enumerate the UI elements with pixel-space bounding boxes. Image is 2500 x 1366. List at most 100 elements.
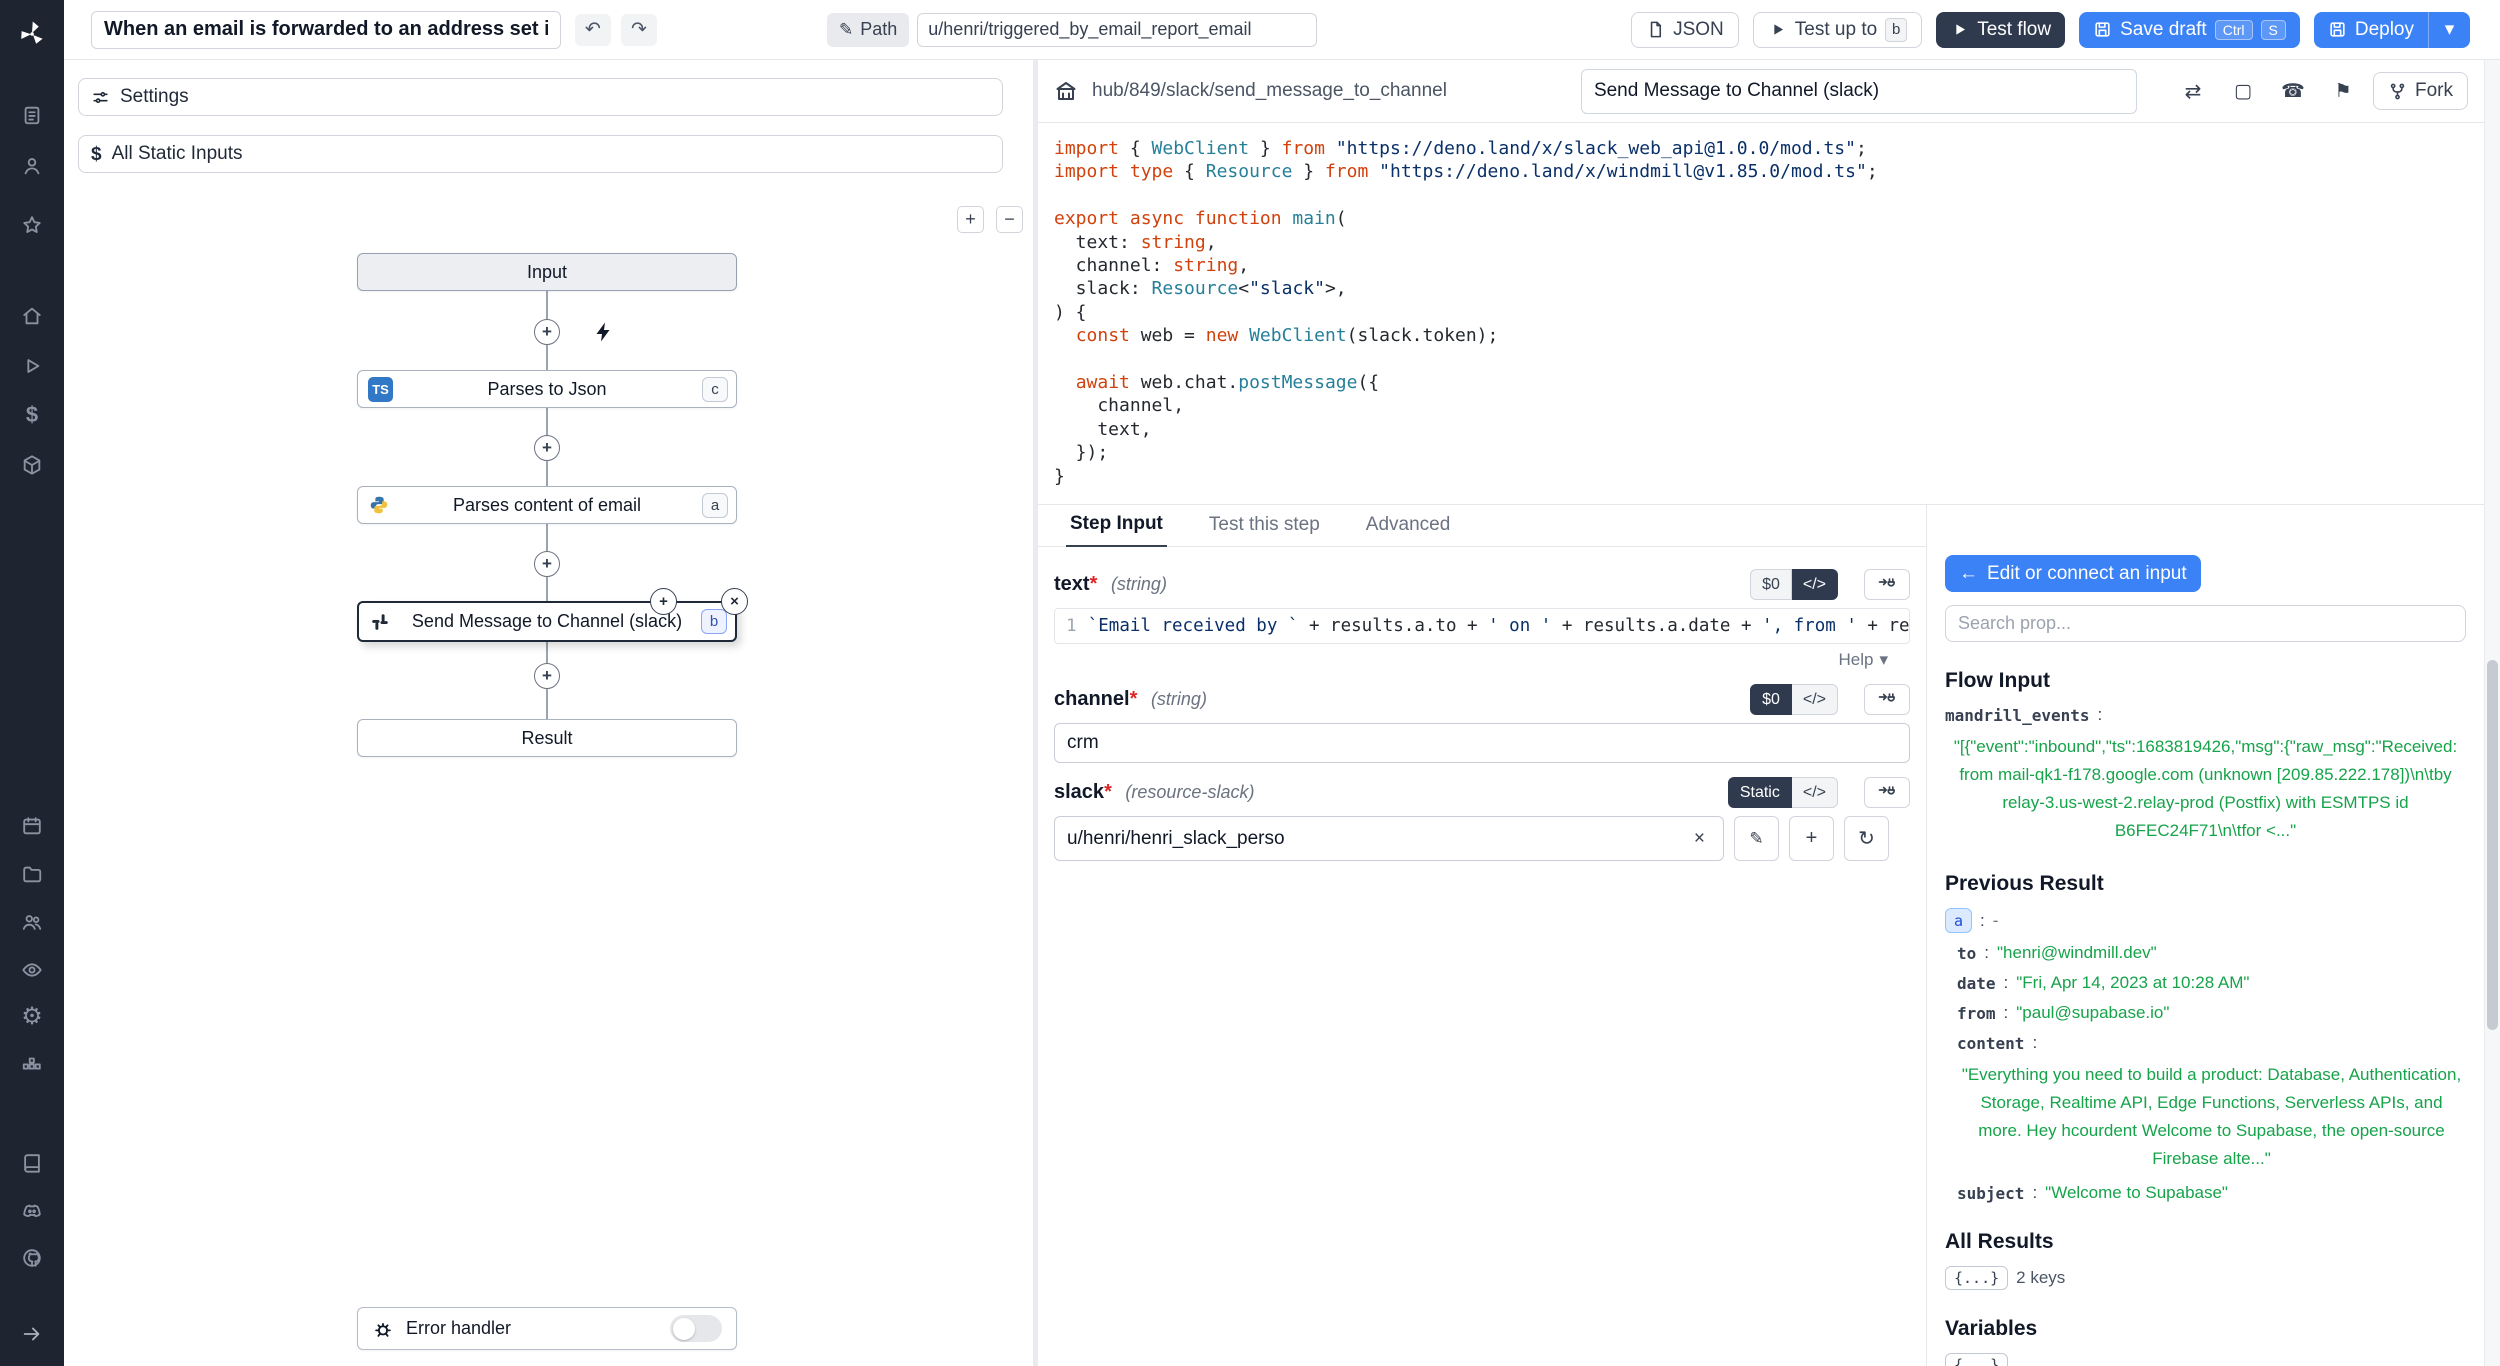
home-icon[interactable]: [0, 298, 64, 334]
prop-search-input[interactable]: [1945, 605, 2466, 642]
zoom-out-button[interactable]: −: [996, 206, 1023, 233]
insert-step-button[interactable]: +: [534, 663, 560, 689]
mandrill-events-value[interactable]: "[{"event":"inbound","ts":1683819426,"ms…: [1945, 733, 2466, 845]
node-close-button[interactable]: ×: [721, 588, 748, 615]
dollar-icon: $: [91, 145, 102, 164]
channel-connect-button[interactable]: [1864, 684, 1910, 715]
help-link[interactable]: Help▾: [1838, 650, 1888, 670]
channel-input[interactable]: [1054, 723, 1910, 763]
groups-icon[interactable]: [0, 904, 64, 940]
phone-button[interactable]: ☎: [2273, 71, 2313, 111]
text-expression-editor[interactable]: 1 `Email received by ` + results.a.to + …: [1054, 608, 1910, 644]
prop-to[interactable]: to:"henri@windmill.dev": [1957, 943, 2466, 963]
add-resource-button[interactable]: +: [1789, 816, 1834, 861]
all-static-inputs-button[interactable]: $ All Static Inputs: [78, 135, 1003, 173]
zoom-in-button[interactable]: +: [957, 206, 984, 233]
scripts-icon[interactable]: [0, 97, 64, 133]
path-button[interactable]: ✎ Path: [827, 13, 909, 47]
flow-node-result[interactable]: Result: [357, 719, 737, 757]
text-connect-button[interactable]: [1864, 569, 1910, 600]
insert-step-button[interactable]: +: [534, 435, 560, 461]
windmill-logo[interactable]: [0, 14, 64, 54]
workers-icon[interactable]: [0, 1046, 64, 1082]
json-button[interactable]: JSON: [1631, 12, 1739, 48]
toggle-knob: [673, 1318, 695, 1340]
prop-subject[interactable]: subject:"Welcome to Supabase": [1957, 1183, 2466, 1203]
node-badge-c: c: [702, 377, 728, 402]
undo-button[interactable]: ↶: [575, 14, 611, 46]
fork-icon: [2388, 82, 2407, 101]
all-results-badge[interactable]: {...}: [1945, 1266, 2008, 1290]
error-handler-toggle[interactable]: [670, 1315, 722, 1342]
prop-date[interactable]: date:"Fri, Apr 14, 2023 at 10:28 AM": [1957, 973, 2466, 993]
clear-resource-button[interactable]: ×: [1688, 827, 1711, 851]
insert-step-button[interactable]: +: [534, 551, 560, 577]
prop-content-value[interactable]: "Everything you need to build a product:…: [1957, 1061, 2466, 1173]
settings-icon[interactable]: ⚙: [0, 998, 64, 1034]
favorites-icon[interactable]: [0, 207, 64, 243]
prop-date-value: "Fri, Apr 14, 2023 at 10:28 AM": [2016, 973, 2249, 993]
runs-icon[interactable]: [0, 348, 64, 384]
flow-node-a[interactable]: Parses content of emaila: [357, 486, 737, 524]
flow-node-b[interactable]: Send Message to Channel (slack)b+×: [357, 601, 737, 642]
prop-key: subject: [1957, 1184, 2024, 1203]
slack-static-pill[interactable]: Static: [1728, 777, 1792, 808]
connect-input-panel: ← Edit or connect an input Flow Input ma…: [1926, 505, 2484, 1366]
variables-icon[interactable]: $: [0, 397, 64, 433]
edit-resource-button[interactable]: ✎: [1734, 816, 1779, 861]
scrollbar-thumb[interactable]: [2487, 660, 2498, 1030]
docs-icon[interactable]: [0, 1145, 64, 1181]
insert-step-button[interactable]: +: [534, 319, 560, 345]
path-input[interactable]: [917, 13, 1317, 47]
slack-code-toggle[interactable]: </>: [1792, 777, 1838, 808]
save-draft-button[interactable]: Save draft Ctrl S: [2079, 12, 2300, 48]
refresh-resource-button[interactable]: ↻: [1844, 816, 1889, 861]
text-code-toggle[interactable]: </>: [1792, 569, 1838, 600]
flow-node-input[interactable]: Input: [357, 253, 737, 291]
schedules-icon[interactable]: [0, 808, 64, 844]
resources-icon[interactable]: [0, 447, 64, 483]
test-up-to-button[interactable]: Test up to b: [1753, 12, 1922, 48]
flow-settings-button[interactable]: Settings: [78, 78, 1003, 116]
code-line: import { WebClient } from "https://deno.…: [1054, 137, 2468, 160]
step-name-input[interactable]: [1581, 69, 2137, 114]
window-button[interactable]: ▢: [2223, 71, 2263, 111]
slack-connect-button[interactable]: [1864, 777, 1910, 808]
edit-connect-button[interactable]: ← Edit or connect an input: [1945, 555, 2201, 592]
flow-node-c[interactable]: TSParses to Jsonc: [357, 370, 737, 408]
code-editor[interactable]: import { WebClient } from "https://deno.…: [1038, 123, 2484, 504]
github-icon[interactable]: [0, 1240, 64, 1276]
flow-title-input[interactable]: [91, 11, 561, 49]
node-insert-button[interactable]: +: [650, 588, 677, 615]
redo-button[interactable]: ↷: [621, 14, 657, 46]
flag-button[interactable]: ⚑: [2323, 71, 2363, 111]
tab-advanced[interactable]: Advanced: [1362, 514, 1455, 546]
expand-sidebar-icon[interactable]: [0, 1316, 64, 1352]
fork-button[interactable]: Fork: [2373, 72, 2468, 110]
tab-step-input[interactable]: Step Input: [1066, 513, 1167, 547]
discord-icon[interactable]: [0, 1193, 64, 1229]
users-icon[interactable]: [0, 148, 64, 184]
result-a-badge[interactable]: a: [1945, 908, 1972, 933]
sync-button[interactable]: ⇄: [2173, 71, 2213, 111]
prop-mandrill-events[interactable]: mandrill_events :: [1945, 705, 2466, 725]
required-star: *: [1104, 781, 1112, 803]
field-name: channel: [1054, 688, 1130, 710]
prop-from[interactable]: from:"paul@supabase.io": [1957, 1003, 2466, 1023]
code-icon: </>: [1803, 576, 1826, 594]
tab-test-this-step[interactable]: Test this step: [1205, 514, 1324, 546]
slack-resource-input[interactable]: u/henri/henri_slack_perso ×: [1054, 816, 1724, 861]
channel-default-pill[interactable]: $0: [1750, 684, 1792, 715]
deploy-dropdown-button[interactable]: ▾: [2428, 12, 2470, 48]
variables-badge[interactable]: {...}: [1945, 1353, 2008, 1366]
audit-icon[interactable]: [0, 952, 64, 988]
prop-content[interactable]: content:: [1957, 1033, 2466, 1053]
prop-key: mandrill_events: [1945, 706, 2090, 725]
test-flow-button[interactable]: Test flow: [1936, 12, 2065, 48]
error-handler-node[interactable]: Error handler: [357, 1307, 737, 1350]
text-default-pill[interactable]: $0: [1750, 569, 1792, 600]
deploy-button[interactable]: Deploy: [2314, 12, 2428, 48]
page-scrollbar: [2484, 60, 2500, 1366]
folders-icon[interactable]: [0, 856, 64, 892]
channel-code-toggle[interactable]: </>: [1792, 684, 1838, 715]
